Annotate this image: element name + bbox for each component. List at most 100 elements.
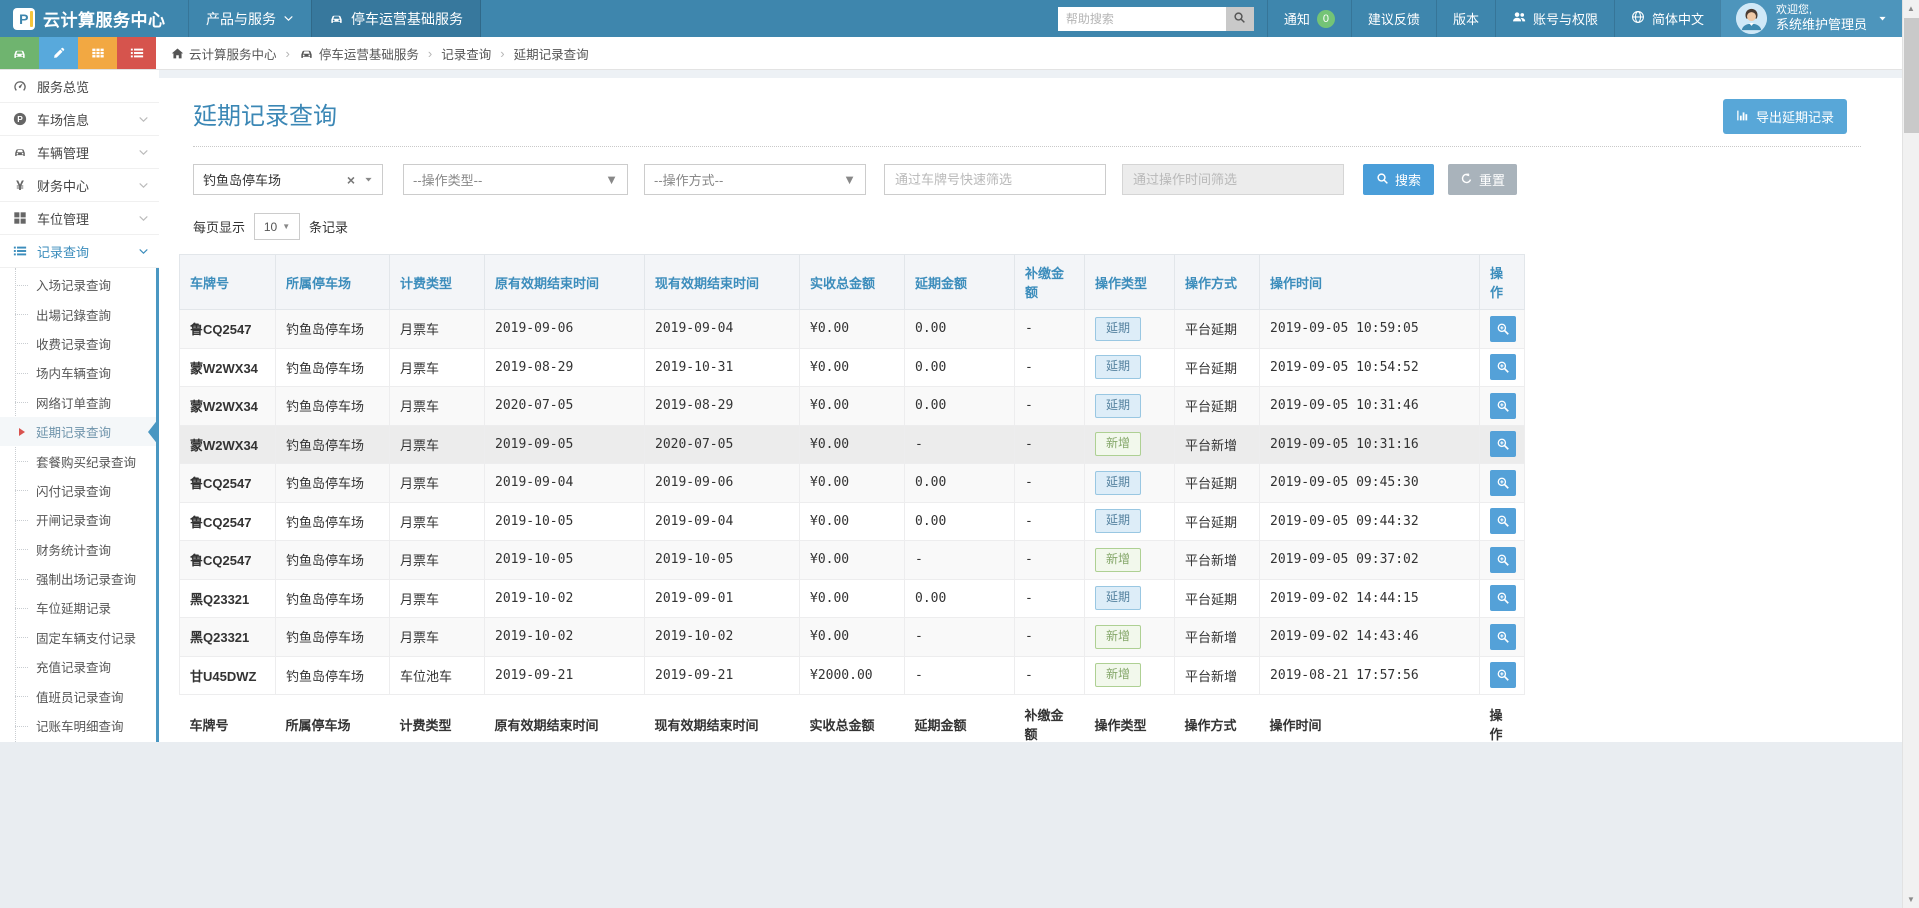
table-cell: 0.00	[904, 463, 1015, 503]
nav-item-notifications[interactable]: 通知 0	[1266, 0, 1351, 37]
parking-lot-select[interactable]: 钓鱼岛停车场 ×	[193, 164, 383, 195]
table-cell: ¥0.00	[799, 540, 905, 580]
nav-item-account[interactable]: 账号与权限	[1494, 0, 1614, 37]
list-icon	[12, 244, 28, 258]
sidebar-subitem[interactable]: 延期记录查询	[0, 416, 156, 447]
view-detail-button[interactable]	[1490, 431, 1516, 458]
sidebar-item-list[interactable]: 记录查询	[0, 235, 159, 268]
view-detail-button[interactable]	[1490, 623, 1516, 650]
sidebar-subitem[interactable]: 记账车明细查询	[0, 711, 156, 740]
column-header[interactable]: 所属停车场	[275, 254, 390, 310]
column-header[interactable]: 操作时间	[1259, 254, 1480, 310]
vertical-scrollbar[interactable]: ▲ ▼	[1902, 0, 1919, 908]
nav-item-feedback[interactable]: 建议反馈	[1350, 0, 1436, 37]
sidebar-subitem[interactable]: 场内车辆查询	[0, 358, 156, 387]
quickbar-pencil-button[interactable]	[39, 37, 78, 69]
table-cell: 钓鱼岛停车场	[275, 463, 390, 503]
users-icon	[1512, 10, 1526, 27]
breadcrumb-item[interactable]: 停车运营基础服务	[299, 44, 419, 63]
breadcrumb-label: 记录查询	[441, 47, 492, 62]
breadcrumb-item[interactable]: 云计算服务中心	[171, 44, 277, 63]
nav-menu-parking-service[interactable]: 停车运营基础服务	[311, 0, 481, 37]
quickbar	[0, 37, 156, 69]
scroll-down-arrow-icon[interactable]: ▼	[1903, 891, 1919, 908]
time-filter-input[interactable]	[1122, 164, 1344, 195]
sidebar-item-grid[interactable]: 车位管理	[0, 202, 159, 235]
column-header[interactable]: 实收总金额	[799, 254, 905, 310]
view-detail-button[interactable]	[1490, 354, 1516, 381]
view-detail-button[interactable]	[1490, 508, 1516, 535]
operation-mode-select[interactable]: --操作方式-- ▼	[644, 164, 866, 195]
column-header[interactable]: 延期金额	[904, 254, 1015, 310]
view-detail-button[interactable]	[1490, 469, 1516, 496]
help-search-input[interactable]	[1057, 6, 1226, 31]
table-cell: 甘U45DWZ	[179, 655, 276, 695]
column-header[interactable]: 操作类型	[1084, 254, 1175, 310]
scrollbar-thumb[interactable]	[1904, 18, 1919, 133]
column-header[interactable]: 车牌号	[179, 254, 276, 310]
filter-bar: 钓鱼岛停车场 × --操作类型-- ▼ --操作方式-- ▼ 通过车牌号快速筛选…	[193, 164, 1919, 195]
quickbar-table-button[interactable]	[78, 37, 117, 69]
footer-column-header: 实收总金额	[799, 694, 905, 742]
breadcrumb-item[interactable]: 记录查询	[441, 44, 491, 63]
nav-item-language[interactable]: 简体中文	[1613, 0, 1720, 37]
quickbar-list-button[interactable]	[117, 37, 156, 69]
sidebar-item-parking[interactable]: P 车场信息	[0, 103, 159, 136]
sidebar-subitem[interactable]: 强制出场记录查询	[0, 564, 156, 593]
sidebar-subitem[interactable]: 出場记錄查詢	[0, 299, 156, 328]
view-detail-button[interactable]	[1490, 662, 1516, 689]
nav-item-version[interactable]: 版本	[1435, 0, 1495, 37]
view-detail-button[interactable]	[1490, 392, 1516, 419]
sidebar-item-car[interactable]: 车辆管理	[0, 136, 159, 169]
breadcrumb-item[interactable]: 延期记录查询	[514, 44, 589, 63]
search-plus-icon	[1496, 553, 1510, 567]
sidebar-subitem[interactable]: 网络订单查詢	[0, 388, 156, 417]
sidebar-subitem[interactable]: 闪付记录查询	[0, 476, 156, 505]
help-search-button[interactable]	[1225, 6, 1254, 31]
table-cell: ¥0.00	[799, 347, 905, 387]
sidebar-item-yen[interactable]: ¥ 财务中心	[0, 169, 159, 202]
sidebar-subitem[interactable]: 套餐购买纪录查询	[0, 446, 156, 475]
sidebar-subitem[interactable]: 固定车辆支付记录	[0, 623, 156, 652]
sidebar-subitem[interactable]: 值班员记录查询	[0, 681, 156, 710]
quickbar-car-button[interactable]	[0, 37, 39, 69]
view-detail-button[interactable]	[1490, 546, 1516, 573]
page-size-select[interactable]: 10 ▼	[254, 213, 301, 240]
sidebar-subitem-label: 入场记录查询	[36, 279, 112, 294]
column-header[interactable]: 计费类型	[389, 254, 485, 310]
column-header[interactable]: 操作	[1479, 254, 1525, 310]
column-header[interactable]: 补缴金额	[1014, 254, 1085, 310]
reset-button[interactable]: 重置	[1448, 164, 1518, 195]
table-cell: 月票车	[389, 309, 485, 349]
column-header[interactable]: 原有效期结束时间	[484, 254, 645, 310]
sidebar-subitem-label: 出場记錄查詢	[36, 308, 112, 323]
nav-menu-products[interactable]: 产品与服务	[188, 0, 311, 37]
column-header[interactable]: 现有效期结束时间	[644, 254, 800, 310]
table-cell: 2019-09-05 09:44:32	[1259, 501, 1480, 541]
export-records-button[interactable]: 导出延期记录	[1722, 99, 1847, 134]
table-row: 鲁CQ2547 钓鱼岛停车场 月票车 2019-10-05 2019-09-04 ¥0.0…	[179, 501, 1525, 541]
operation-type-select[interactable]: --操作类型-- ▼	[403, 164, 628, 195]
sidebar-subitem[interactable]: 收费记录查询	[0, 329, 156, 358]
sidebar-item-gauge[interactable]: 服务总览	[0, 70, 159, 103]
table-cell	[1479, 540, 1525, 580]
column-header[interactable]: 操作方式	[1174, 254, 1260, 310]
sidebar-subitem[interactable]: 开闸记录查询	[0, 505, 156, 534]
scroll-up-arrow-icon[interactable]: ▲	[1903, 0, 1919, 17]
clear-selection-icon[interactable]: ×	[347, 173, 355, 187]
brand[interactable]: P 云计算服务中心	[0, 0, 188, 37]
sidebar-subitem[interactable]: 入场记录查询	[0, 270, 156, 299]
user-menu[interactable]: 欢迎您, 系统维护管理员	[1719, 0, 1902, 37]
feedback-label: 建议反馈	[1367, 12, 1420, 27]
sidebar-subitem-label: 值班员记录查询	[36, 690, 124, 705]
view-detail-button[interactable]	[1490, 315, 1516, 342]
sidebar-subitem[interactable]: 充值记录查询	[0, 652, 156, 681]
table-cell: 车位池车	[389, 655, 485, 695]
page-size-value: 10	[263, 219, 278, 234]
sidebar-subitem[interactable]: 车位延期记录	[0, 593, 156, 622]
plate-filter-input[interactable]	[884, 164, 1106, 195]
view-detail-button[interactable]	[1490, 585, 1516, 612]
sidebar-subitem[interactable]: 财务统计查询	[0, 535, 156, 564]
caret-down-icon: ▼	[843, 172, 856, 187]
search-button[interactable]: 搜索	[1363, 164, 1435, 195]
